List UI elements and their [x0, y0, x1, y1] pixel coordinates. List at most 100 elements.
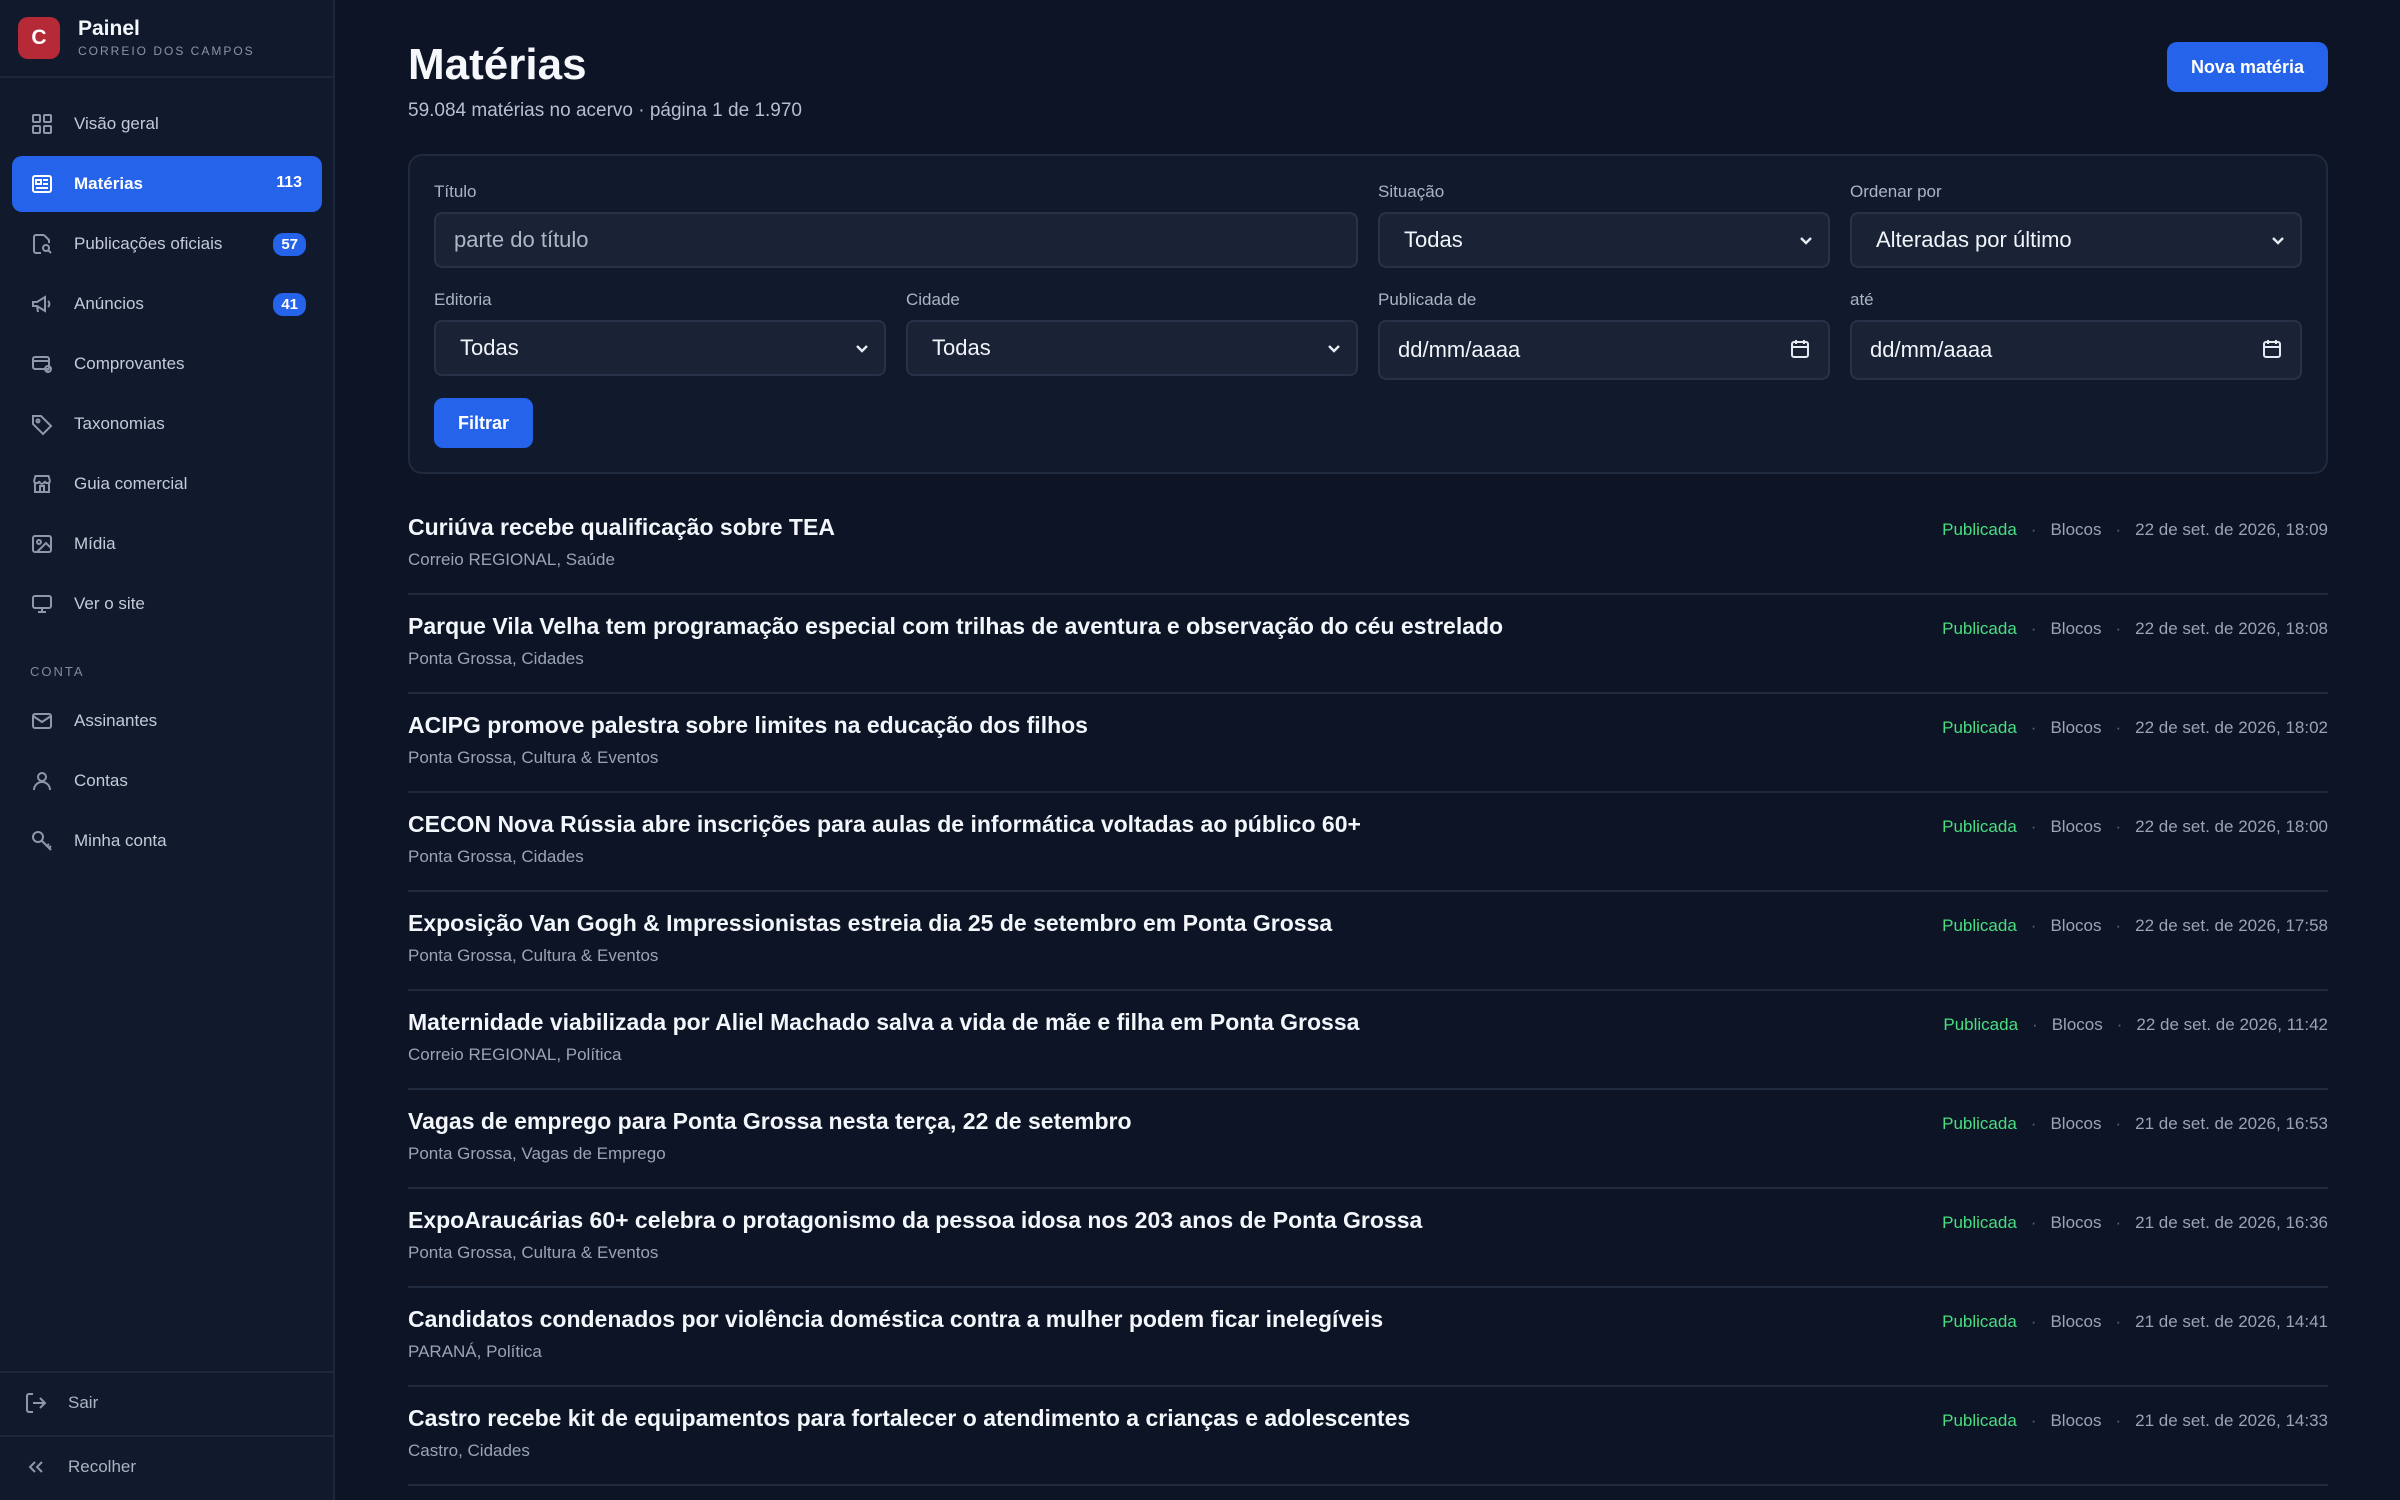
article-row[interactable]: ACIPG promove palestra sobre limites na …	[408, 694, 2328, 793]
article-date: 21 de set. de 2026, 16:36	[2135, 1213, 2328, 1232]
article-row[interactable]: Curiúva recebe qualificação sobre TEA Co…	[408, 496, 2328, 595]
article-title[interactable]: Maternidade viabilizada por Aliel Machad…	[408, 1009, 1359, 1036]
article-date: 22 de set. de 2026, 11:42	[2136, 1015, 2328, 1034]
new-article-button[interactable]: Nova matéria	[2166, 42, 2328, 92]
key-icon	[30, 829, 54, 853]
article-info: Publicada · Blocos · 22 de set. de 2026, 18:…	[1942, 619, 2328, 639]
separator-dot: ·	[2116, 1015, 2123, 1034]
chevron-down-icon	[1328, 345, 1340, 353]
sidebar-item-assinantes[interactable]: Assinantes	[12, 693, 322, 749]
status-badge: Publicada	[1942, 916, 2017, 935]
status-badge: Publicada	[1942, 718, 2017, 737]
sidebar-item-comprovantes[interactable]: Comprovantes	[12, 336, 322, 392]
order-filter-select[interactable]: Alteradas por último	[1850, 212, 2302, 268]
sidebar-item-anuncios[interactable]: Anúncios 41	[12, 276, 322, 332]
status-filter-select[interactable]: Todas	[1378, 212, 1830, 268]
article-row[interactable]: Candidatos condenados por violência domé…	[408, 1288, 2328, 1387]
sidebar-item-label: Visão geral	[74, 114, 159, 133]
article-type: Blocos	[2050, 817, 2102, 836]
sidebar-item-label: Comprovantes	[74, 354, 185, 373]
logout-icon	[26, 1393, 47, 1413]
article-type: Blocos	[2050, 1312, 2102, 1331]
sidebar-item-badge: 57	[273, 233, 306, 256]
article-title[interactable]: Parque Vila Velha tem programação especi…	[408, 613, 1503, 640]
status-badge: Publicada	[1942, 817, 2017, 836]
article-title[interactable]: Curiúva recebe qualificação sobre TEA	[408, 514, 835, 541]
date-to-label: até	[1850, 290, 1874, 309]
sidebar: C Painel CORREIO DOS CAMPOS Visão geral …	[0, 0, 335, 1500]
calendar-icon	[2263, 340, 2281, 358]
article-row[interactable]: ExpoAraucárias 60+ celebra o protagonism…	[408, 1189, 2328, 1288]
separator-dot: ·	[2032, 1015, 2038, 1034]
collapse-button[interactable]: Recolher	[24, 1452, 136, 1482]
separator-dot: ·	[2115, 1411, 2122, 1430]
article-date: 21 de set. de 2026, 16:53	[2135, 1114, 2328, 1133]
sidebar-item-label: Matérias	[74, 174, 143, 193]
date-to-input[interactable]: dd/mm/aaaa	[1850, 320, 2302, 380]
separator-dot: ·	[2030, 916, 2037, 935]
sidebar-item-taxonomias[interactable]: Taxonomias	[12, 396, 322, 452]
article-row[interactable]: Vagas de emprego para Ponta Grossa nesta…	[408, 1090, 2328, 1189]
megaphone-icon	[30, 292, 54, 316]
date-to-value: dd/mm/aaaa	[1870, 337, 1993, 362]
article-title[interactable]: Exposição Van Gogh & Impressionistas est…	[408, 910, 1332, 937]
city-filter-select[interactable]: Todas	[906, 320, 1358, 376]
article-meta: Ponta Grossa, Vagas de Emprego	[408, 1144, 666, 1163]
filter-button[interactable]: Filtrar	[434, 398, 534, 448]
status-badge: Publicada	[1942, 1213, 2017, 1232]
sidebar-item-publicacoes-oficiais[interactable]: Publicações oficiais 57	[12, 216, 322, 272]
brand-subtitle: CORREIO DOS CAMPOS	[78, 44, 255, 58]
user-icon	[30, 769, 54, 793]
article-row[interactable]: Castro recebe kit de equipamentos para f…	[408, 1387, 2328, 1486]
article-meta: Ponta Grossa, Cultura & Eventos	[408, 1243, 659, 1262]
sidebar-item-materias[interactable]: Matérias 113	[12, 156, 322, 212]
article-title[interactable]: ACIPG promove palestra sobre limites na …	[408, 712, 1088, 739]
separator-dot: ·	[2115, 1114, 2122, 1133]
sidebar-item-midia[interactable]: Mídia	[12, 516, 322, 572]
sidebar-item-label: Mídia	[74, 534, 116, 553]
sidebar-item-contas[interactable]: Contas	[12, 753, 322, 809]
article-meta: Ponta Grossa, Cultura & Eventos	[408, 748, 659, 767]
logout-button[interactable]: Sair	[24, 1388, 98, 1418]
sidebar-item-label: Guia comercial	[74, 474, 188, 493]
chevron-down-icon	[1800, 237, 1812, 245]
sidebar-item-label: Contas	[74, 771, 128, 790]
sidebar-item-minha-conta[interactable]: Minha conta	[12, 813, 322, 869]
article-row[interactable]: Parque Vila Velha tem programação especi…	[408, 595, 2328, 694]
article-title[interactable]: Vagas de emprego para Ponta Grossa nesta…	[408, 1108, 1132, 1135]
article-row[interactable]: Exposição Van Gogh & Impressionistas est…	[408, 892, 2328, 991]
divider	[0, 1435, 333, 1437]
article-title[interactable]: CECON Nova Rússia abre inscrições para a…	[408, 811, 1361, 838]
chevron-down-icon	[2272, 237, 2284, 245]
sidebar-item-badge: 41	[273, 293, 306, 316]
article-title[interactable]: Castro recebe kit de equipamentos para f…	[408, 1405, 1410, 1432]
city-filter-label: Cidade	[906, 290, 960, 309]
sidebar-item-guia-comercial[interactable]: Guia comercial	[12, 456, 322, 512]
section-filter-select[interactable]: Todas	[434, 320, 886, 376]
article-title[interactable]: ExpoAraucárias 60+ celebra o protagonism…	[408, 1207, 1422, 1234]
sidebar-item-visao-geral[interactable]: Visão geral	[12, 96, 322, 152]
title-filter-label: Título	[434, 182, 477, 201]
newspaper-icon	[30, 172, 54, 196]
filter-panel: Título parte do título Situação Todas Or…	[408, 154, 2328, 474]
sidebar-item-label: Anúncios	[74, 294, 144, 313]
status-badge: Publicada	[1942, 1114, 2017, 1133]
article-row[interactable]: Maternidade viabilizada por Aliel Machad…	[408, 991, 2328, 1090]
tag-icon	[30, 412, 54, 436]
title-filter-input[interactable]: parte do título	[434, 212, 1358, 268]
date-from-input[interactable]: dd/mm/aaaa	[1378, 320, 1830, 380]
order-filter-label: Ordenar por	[1850, 182, 1942, 201]
article-type: Blocos	[2050, 718, 2102, 737]
image-icon	[30, 532, 54, 556]
calendar-icon	[1791, 340, 1809, 358]
grid-icon	[30, 112, 54, 136]
article-meta: Ponta Grossa, Cultura & Eventos	[408, 946, 659, 965]
article-info: Publicada · Blocos · 22 de set. de 2026, 18:…	[1942, 520, 2328, 540]
article-row[interactable]: CECON Nova Rússia abre inscrições para a…	[408, 793, 2328, 892]
article-type: Blocos	[2050, 1411, 2102, 1430]
article-title[interactable]: Candidatos condenados por violência domé…	[408, 1306, 1383, 1333]
brand[interactable]: C Painel CORREIO DOS CAMPOS	[0, 0, 333, 78]
sidebar-item-ver-o-site[interactable]: Ver o site	[12, 576, 322, 632]
article-date: 22 de set. de 2026, 18:00	[2135, 817, 2328, 836]
separator-dot: ·	[2030, 1411, 2037, 1430]
